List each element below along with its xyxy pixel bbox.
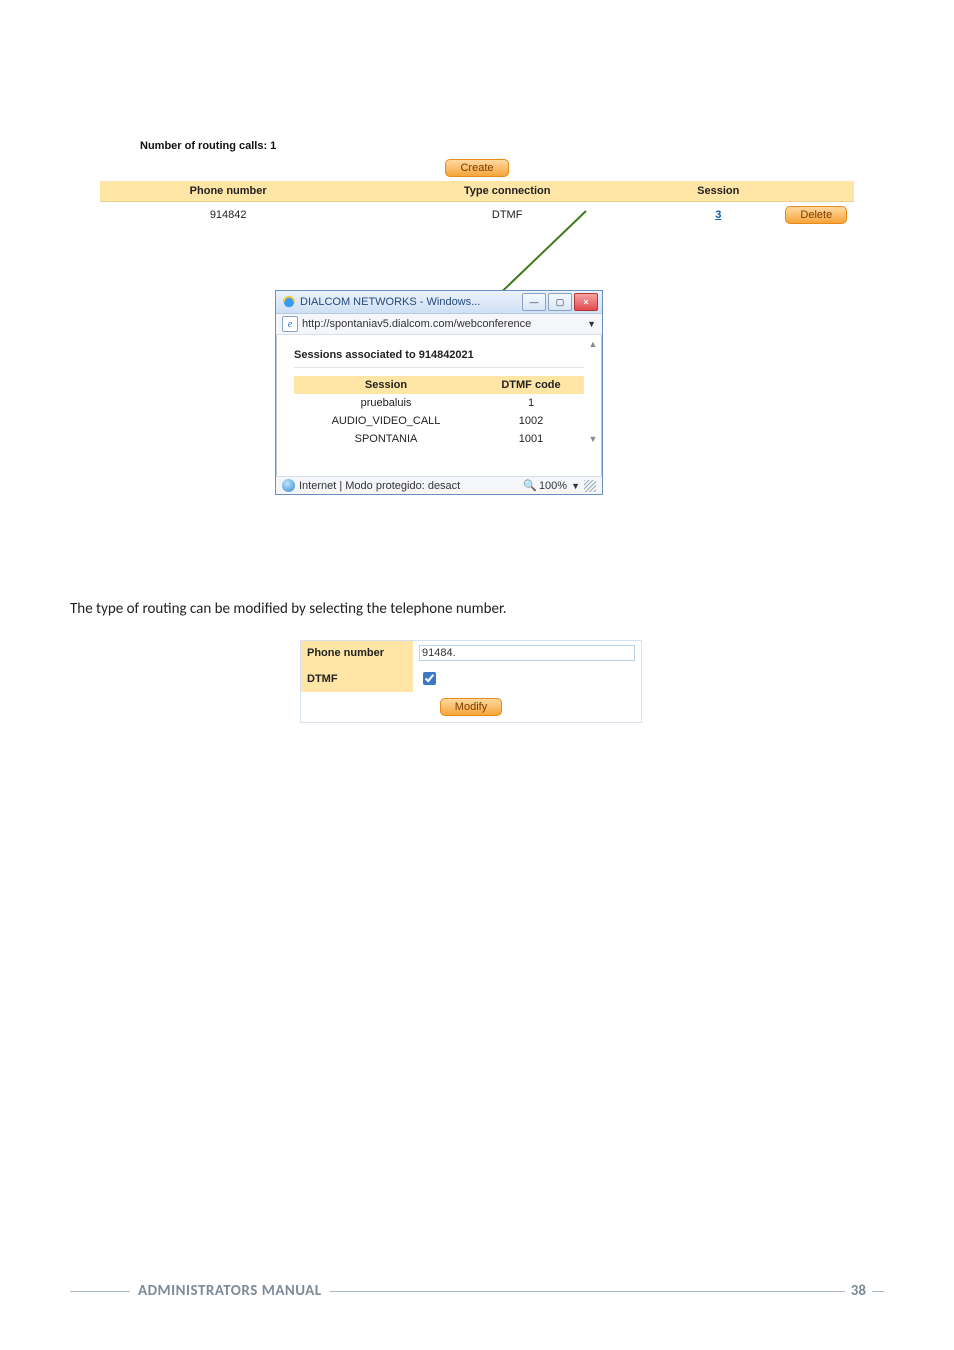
zoom-value: 100% — [539, 480, 567, 492]
address-bar: e http://spontaniav5.dialcom.com/webconf… — [276, 314, 602, 335]
session-name: SPONTANIA — [294, 430, 478, 448]
phone-number-input[interactable] — [419, 645, 635, 661]
scroll-down-icon[interactable]: ▼ — [586, 432, 600, 446]
close-button[interactable]: × — [574, 293, 598, 311]
page-number: 38 — [851, 1282, 866, 1300]
footer-rule — [872, 1291, 884, 1292]
zoom-icon[interactable]: 🔍 — [523, 479, 537, 492]
col-type: Type connection — [356, 181, 658, 202]
popup-title: DIALCOM NETWORKS - Windows... — [300, 296, 520, 308]
type-cell: DTMF — [356, 202, 658, 229]
dtmf-code: 1002 — [478, 412, 584, 430]
table-row: AUDIO_VIDEO_CALL 1002 — [294, 412, 584, 430]
page-footer: ADMINISTRATORS MANUAL 38 — [70, 1282, 884, 1300]
address-dropdown-icon[interactable]: ▼ — [587, 319, 596, 329]
table-row: 914842 DTMF 3 Delete — [100, 202, 854, 229]
col-session: Session — [658, 181, 779, 202]
internet-zone-icon — [282, 479, 295, 492]
session-link[interactable]: 3 — [715, 209, 721, 221]
dtmf-label: DTMF — [301, 665, 413, 692]
create-button[interactable]: Create — [445, 159, 508, 177]
popup-heading: Sessions associated to 914842021 — [294, 349, 584, 368]
routing-table: Phone number Type connection Session 914… — [100, 181, 854, 228]
body-paragraph: The type of routing can be modified by s… — [70, 600, 507, 618]
minimize-button[interactable]: — — [522, 293, 546, 311]
footer-rule — [330, 1291, 845, 1292]
session-name: AUDIO_VIDEO_CALL — [294, 412, 478, 430]
session-name: pruebaluis — [294, 394, 478, 412]
zoom-dropdown-icon[interactable]: ▼ — [571, 481, 580, 491]
footer-title: ADMINISTRATORS MANUAL — [138, 1282, 322, 1300]
session-cell[interactable]: 3 — [658, 202, 779, 229]
status-bar: Internet | Modo protegido: desact 🔍 100%… — [276, 476, 602, 494]
popup-window: DIALCOM NETWORKS - Windows... — ▢ × e ht… — [275, 290, 603, 495]
status-text: Internet | Modo protegido: desact — [299, 480, 523, 492]
table-header-row: Session DTMF code — [294, 376, 584, 394]
phone-number-label: Phone number — [301, 641, 413, 665]
resize-grip-icon[interactable] — [584, 480, 596, 492]
footer-rule — [70, 1291, 130, 1292]
col-phone: Phone number — [100, 181, 356, 202]
table-row: pruebaluis 1 — [294, 394, 584, 412]
ie-icon — [282, 295, 296, 309]
phone-cell: 914842 — [100, 202, 356, 229]
address-url[interactable]: http://spontaniav5.dialcom.com/webconfer… — [302, 318, 583, 330]
sessions-table: Session DTMF code pruebaluis 1 AUDIO_VID… — [294, 376, 584, 448]
table-row: SPONTANIA 1001 — [294, 430, 584, 448]
maximize-button[interactable]: ▢ — [548, 293, 572, 311]
col-session: Session — [294, 376, 478, 394]
modify-button[interactable]: Modify — [440, 698, 502, 716]
dtmf-code: 1001 — [478, 430, 584, 448]
ie-page-icon: e — [282, 316, 298, 332]
dtmf-checkbox[interactable] — [423, 672, 436, 685]
dtmf-code: 1 — [478, 394, 584, 412]
table-header-row: Phone number Type connection Session — [100, 181, 854, 202]
scroll-up-icon[interactable]: ▲ — [586, 337, 600, 351]
routing-count-label: Number of routing calls: 1 — [140, 140, 854, 152]
modify-form: Phone number DTMF Modify — [300, 640, 642, 723]
col-dtmf: DTMF code — [478, 376, 584, 394]
popup-titlebar: DIALCOM NETWORKS - Windows... — ▢ × — [276, 291, 602, 314]
delete-button[interactable]: Delete — [785, 206, 847, 224]
